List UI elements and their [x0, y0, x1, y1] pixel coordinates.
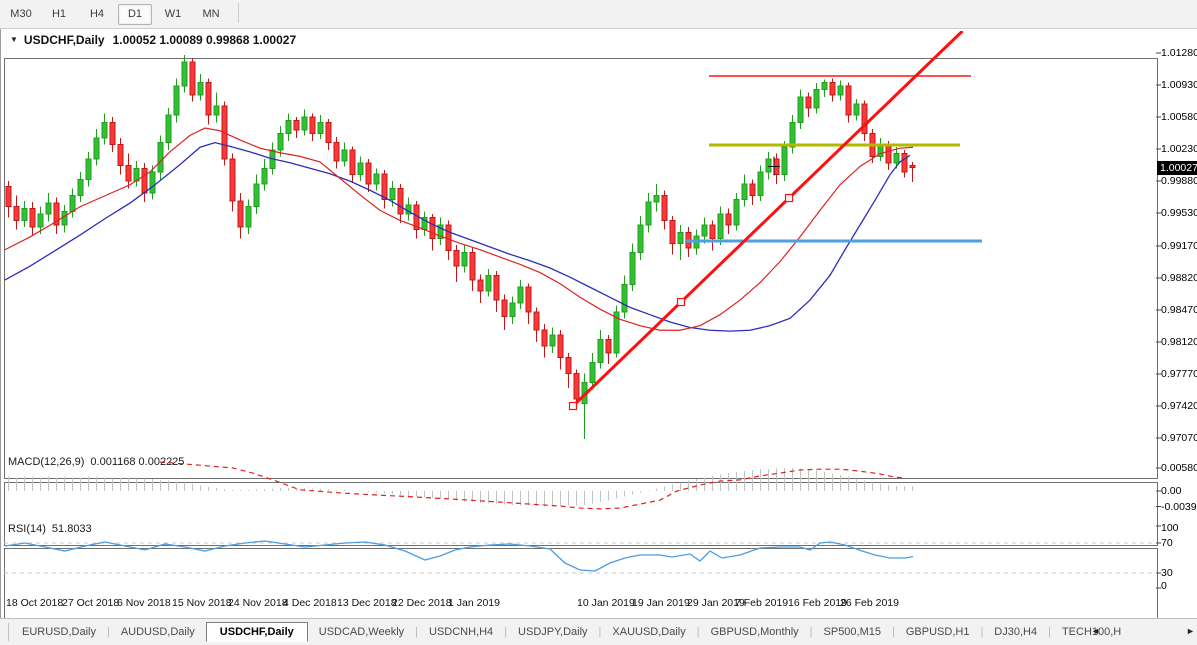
macd-pane[interactable] [4, 482, 1158, 546]
tab-audusd-daily[interactable]: AUDUSD,Daily [110, 623, 206, 641]
chart-title: ▼ USDCHF,Daily 1.00052 1.00089 0.99868 1.0… [10, 33, 296, 47]
main-price-pane[interactable] [4, 58, 1158, 479]
rsi-value: 51.8033 [52, 523, 92, 535]
rsi-name: RSI(14) [8, 523, 46, 535]
rsi-pane[interactable] [4, 548, 1158, 621]
tabs-scroll-left-icon[interactable]: ◄ [1091, 626, 1100, 636]
timeframe-button-h1[interactable]: H1 [42, 4, 76, 25]
chart-dropdown-icon[interactable]: ▼ [10, 35, 18, 44]
symbol-tab-bar: EURUSD,Daily|AUDUSD,DailyUSDCHF,DailyUSD… [0, 618, 1197, 645]
macd-name: MACD(12,26,9) [8, 456, 84, 468]
tab-xauusd-daily[interactable]: XAUUSD,Daily [601, 623, 696, 641]
tab-sp500-m15[interactable]: SP500,M15 [813, 623, 892, 641]
macd-values: 0.001168 0.002225 [90, 456, 184, 468]
timeframe-button-m30[interactable]: M30 [4, 4, 38, 25]
macd-indicator-label: MACD(12,26,9) 0.001168 0.002225 [8, 456, 184, 468]
tab-usdcad-weekly[interactable]: USDCAD,Weekly [308, 623, 415, 641]
timeframe-button-h4[interactable]: H4 [80, 4, 114, 25]
mt4-application-window: M30H1H4D1W1MN ▼ USDCHF,Daily 1.00052 1.000… [0, 0, 1197, 644]
tab-gbpusd-h1[interactable]: GBPUSD,H1 [895, 623, 981, 641]
chart-ohlc-values: 1.00052 1.00089 0.99868 1.00027 [113, 33, 297, 47]
timeframe-button-mn[interactable]: MN [194, 4, 228, 25]
rsi-indicator-label: RSI(14) 51.8033 [8, 523, 92, 535]
timeframe-button-d1[interactable]: D1 [118, 4, 152, 25]
tab-dj30-h4[interactable]: DJ30,H4 [983, 623, 1048, 641]
tab-usdchf-daily[interactable]: USDCHF,Daily [206, 622, 308, 642]
chart-window [0, 28, 1197, 618]
tab-usdcnh-h4[interactable]: USDCNH,H4 [418, 623, 504, 641]
timeframe-toolbar: M30H1H4D1W1MN [0, 0, 1197, 29]
timeframe-button-w1[interactable]: W1 [156, 4, 190, 25]
tab-usdjpy-daily[interactable]: USDJPY,Daily [507, 623, 599, 641]
toolbar-separator [238, 3, 239, 23]
tab-eurusd-daily[interactable]: EURUSD,Daily [11, 623, 107, 641]
chart-symbol-label: USDCHF,Daily [24, 33, 105, 47]
tabs-scroll-right-icon[interactable]: ► [1186, 626, 1195, 636]
tab-edge-sliver [0, 623, 9, 641]
tab-gbpusd-monthly[interactable]: GBPUSD,Monthly [700, 623, 810, 641]
